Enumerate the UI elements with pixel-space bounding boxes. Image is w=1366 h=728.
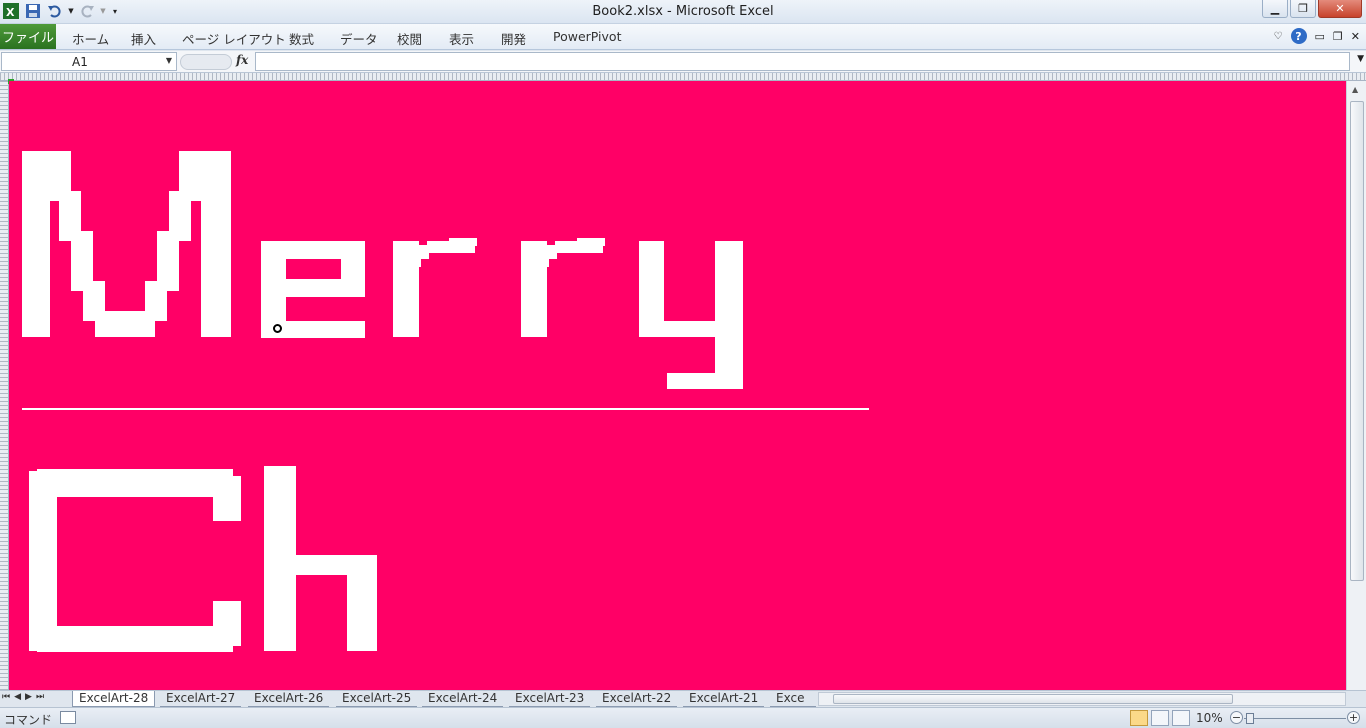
sheet-tabs-bar: ⏮ ◀ ▶ ⏭ ExcelArt-28 ExcelArt-27 ExcelArt…	[0, 690, 1366, 707]
insert-function-icon[interactable]: fx	[236, 53, 248, 67]
art-letter-y	[715, 241, 743, 389]
sheet-tab[interactable]: ExcelArt-27	[160, 691, 242, 707]
sheet-tab[interactable]: ExcelArt-21	[683, 691, 765, 707]
tab-formulas[interactable]: 数式	[289, 29, 314, 48]
doc-restore-icon[interactable]: ❐	[1333, 30, 1343, 43]
art-letter-r	[449, 238, 477, 246]
tab-view[interactable]: 表示	[449, 29, 474, 48]
name-box-value: A1	[72, 55, 88, 69]
view-buttons	[1130, 710, 1190, 726]
file-tab[interactable]: ファイル	[0, 24, 56, 49]
art-letter-m	[22, 151, 50, 337]
art-letter-c	[213, 601, 241, 646]
tab-data[interactable]: データ	[340, 29, 378, 48]
restore-button[interactable]: ❐	[1290, 0, 1316, 18]
tab-page-layout[interactable]: ページ レイアウト	[182, 29, 286, 48]
status-mode: コマンド	[4, 713, 53, 727]
title-bar: X ▼ ▼ ▾ Book2.xlsx - Microsoft Excel ▁ ❐…	[0, 0, 1366, 24]
art-letter-y	[639, 321, 729, 337]
minimize-button[interactable]: ▁	[1262, 0, 1288, 18]
next-sheet-icon[interactable]: ▶	[25, 692, 32, 702]
sheet-tab[interactable]: Exce	[770, 691, 816, 707]
sheet-tab[interactable]: ExcelArt-22	[596, 691, 678, 707]
art-letter-c	[213, 476, 241, 521]
scroll-up-icon[interactable]: ▲	[1352, 85, 1358, 94]
cell-cursor-icon	[273, 324, 282, 333]
vertical-scroll-thumb[interactable]	[1350, 101, 1364, 581]
worksheet-grid[interactable]	[9, 81, 1346, 691]
tab-insert[interactable]: 挿入	[131, 29, 156, 48]
art-letter-m	[201, 151, 231, 337]
art-letter-m	[179, 151, 201, 201]
vertical-scrollbar[interactable]: ▲	[1346, 81, 1366, 691]
formula-input[interactable]	[255, 52, 1350, 71]
art-letter-y	[667, 373, 737, 389]
tab-home[interactable]: ホーム	[72, 29, 109, 48]
sheet-tab[interactable]: ExcelArt-28	[72, 691, 156, 707]
doc-close-icon[interactable]: ✕	[1351, 30, 1360, 43]
help-icon[interactable]: ?	[1290, 28, 1307, 44]
last-sheet-icon[interactable]: ⏭	[36, 692, 44, 702]
sheet-tab[interactable]: ExcelArt-25	[336, 691, 418, 707]
zoom-knob[interactable]	[1246, 713, 1254, 724]
zoom-slider[interactable]: − +	[1230, 711, 1360, 725]
expand-formula-bar-icon[interactable]: ▼	[1357, 54, 1364, 64]
sheet-nav: ⏮ ◀ ▶ ⏭	[2, 692, 44, 702]
art-letter-r	[577, 238, 605, 246]
art-letter-c	[29, 471, 57, 651]
column-headers[interactable]	[0, 73, 1366, 81]
window-title: Book2.xlsx - Microsoft Excel	[592, 4, 774, 19]
formula-bar: A1 ▼ fx ▼	[0, 51, 1366, 73]
window-controls: ▁ ❐ ✕	[1262, 0, 1362, 18]
art-letter-e	[261, 279, 365, 297]
sheet-tab[interactable]: ExcelArt-26	[248, 691, 330, 707]
zoom-out-icon[interactable]: −	[1230, 711, 1243, 724]
zoom-level[interactable]: 10%	[1196, 711, 1223, 725]
close-button[interactable]: ✕	[1318, 0, 1362, 18]
row-headers[interactable]	[0, 81, 9, 691]
tab-powerpivot[interactable]: PowerPivot	[553, 29, 621, 44]
name-box[interactable]: A1 ▼	[1, 52, 177, 71]
ribbon-tabs: ファイル ホーム 挿入 ページ レイアウト 数式 データ 校閲 表示 開発 Po…	[0, 24, 1366, 50]
zoom-in-icon[interactable]: +	[1347, 711, 1360, 724]
prev-sheet-icon[interactable]: ◀	[14, 692, 21, 702]
formula-bar-splitter[interactable]	[180, 54, 232, 70]
zoom-track	[1244, 718, 1346, 719]
name-box-dropdown-icon[interactable]: ▼	[166, 56, 172, 65]
first-sheet-icon[interactable]: ⏮	[2, 692, 10, 702]
sheet-tab[interactable]: ExcelArt-23	[509, 691, 591, 707]
horizontal-scrollbar[interactable]	[818, 692, 1346, 706]
sheet-tab[interactable]: ExcelArt-24	[422, 691, 504, 707]
minimize-ribbon-icon[interactable]: ♡	[1274, 31, 1283, 42]
art-letter-h	[347, 555, 377, 651]
ribbon-right-controls: ♡ ? ▭ ❐ ✕	[1274, 28, 1360, 44]
doc-minimize-icon[interactable]: ▭	[1315, 30, 1325, 43]
page-break-view-icon[interactable]	[1172, 710, 1190, 726]
tab-developer[interactable]: 開発	[501, 29, 526, 48]
art-letter-c	[37, 469, 233, 497]
art-letter-c	[37, 626, 233, 652]
horizontal-scroll-thumb[interactable]	[833, 694, 1233, 704]
macro-record-icon[interactable]	[60, 711, 76, 724]
tab-review[interactable]: 校閲	[397, 29, 422, 48]
normal-view-icon[interactable]	[1130, 710, 1148, 726]
page-layout-view-icon[interactable]	[1151, 710, 1169, 726]
status-bar: コマンド 10% − +	[0, 707, 1366, 728]
art-underline	[22, 408, 869, 410]
